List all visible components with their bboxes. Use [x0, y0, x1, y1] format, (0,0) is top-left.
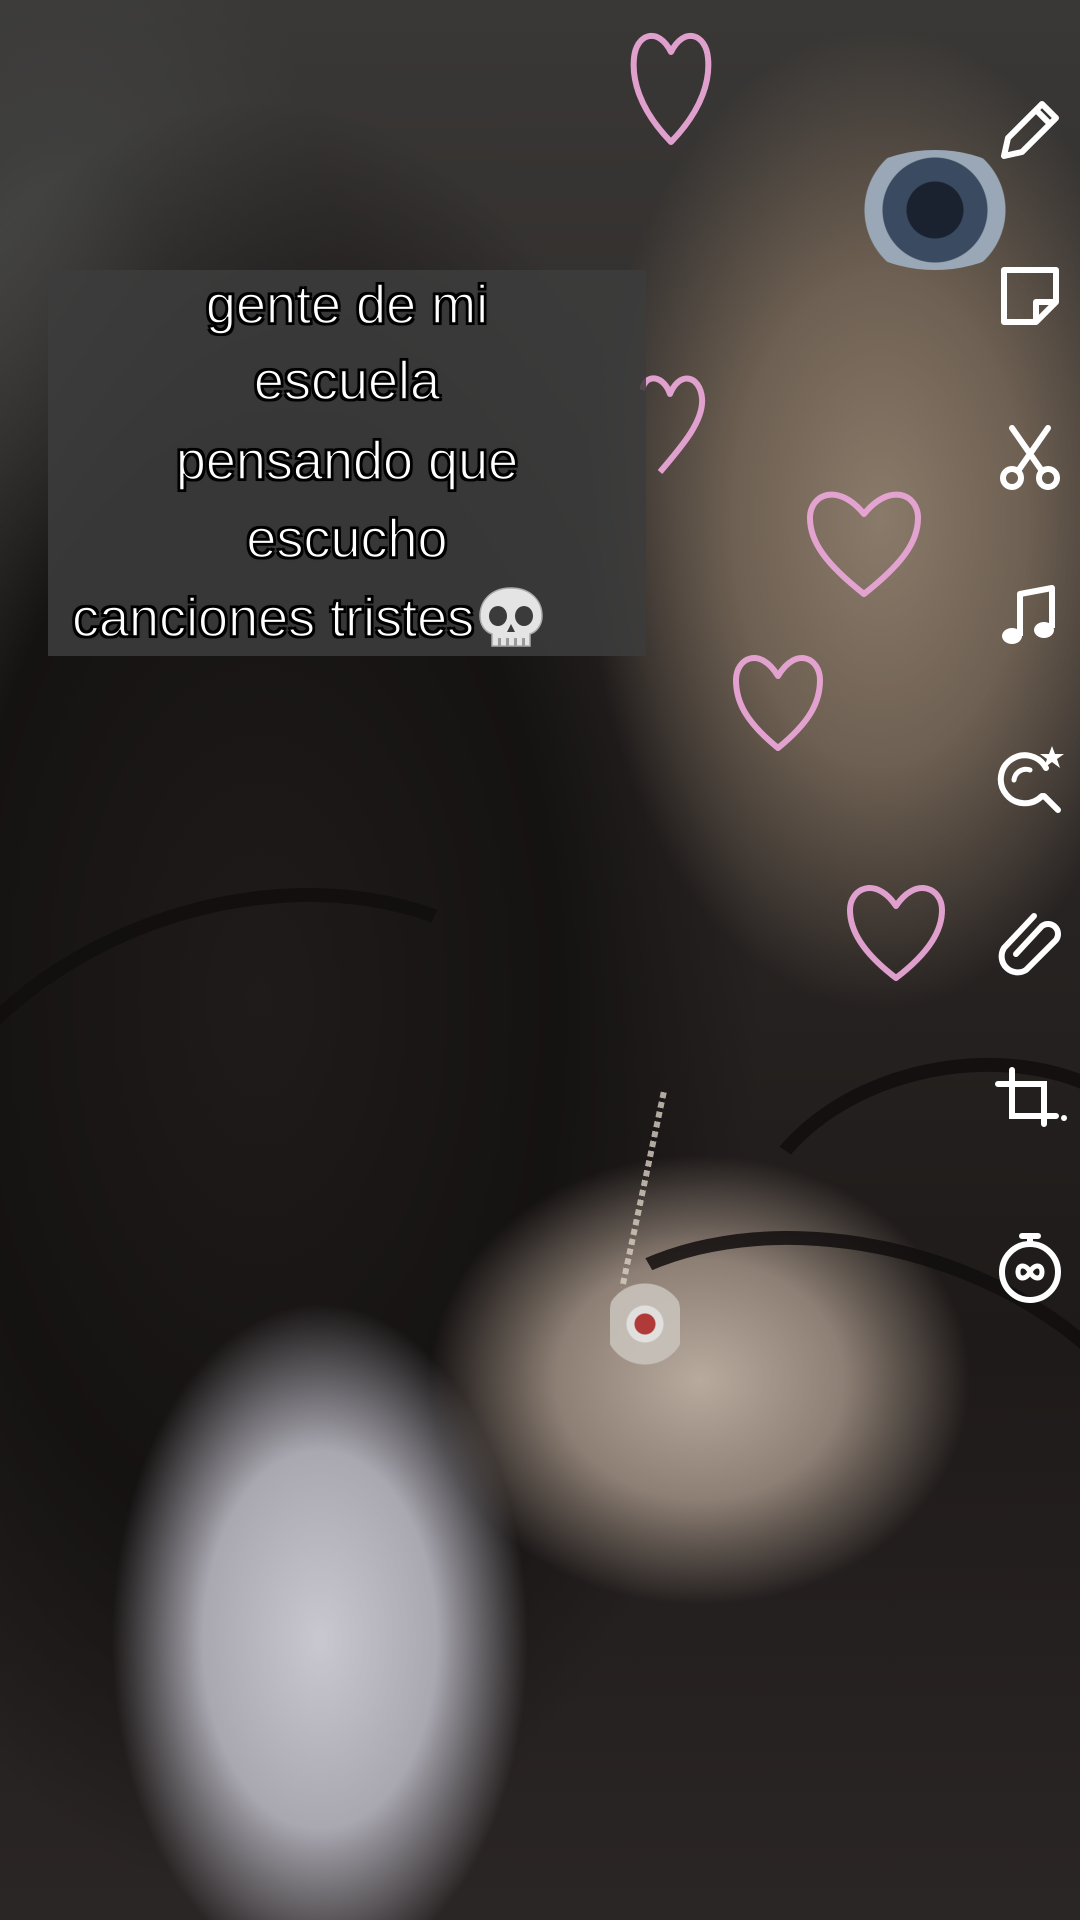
paperclip-icon[interactable]: [990, 902, 1070, 982]
snap-editor-screen: gente de mi escuela pensando que escucho…: [0, 0, 1080, 1920]
heart-sticker: [730, 640, 826, 756]
editor-toolbar: [980, 0, 1080, 1920]
heart-sticker: [640, 360, 710, 480]
caption-line-5[interactable]: canciones tristes: [48, 586, 646, 650]
caption-line-1[interactable]: gente de mi: [48, 274, 646, 336]
caption-line-5-text: canciones tristes: [71, 587, 475, 649]
crop-icon[interactable]: [990, 1062, 1070, 1142]
heart-sticker: [844, 870, 948, 986]
music-note-icon[interactable]: [990, 576, 1070, 656]
sticker-icon[interactable]: [990, 256, 1070, 336]
caption-line-3[interactable]: pensando que: [48, 430, 646, 492]
caption-line-2[interactable]: escuela: [48, 350, 646, 412]
lens-icon[interactable]: [990, 738, 1070, 818]
pencil-icon[interactable]: [990, 90, 1070, 170]
heart-sticker: [628, 18, 714, 148]
heart-sticker: [804, 476, 924, 602]
scissors-icon[interactable]: [990, 416, 1070, 496]
caption-line-4[interactable]: escucho: [48, 508, 646, 570]
timer-icon[interactable]: [990, 1226, 1070, 1306]
skull-emoji: [479, 587, 543, 647]
